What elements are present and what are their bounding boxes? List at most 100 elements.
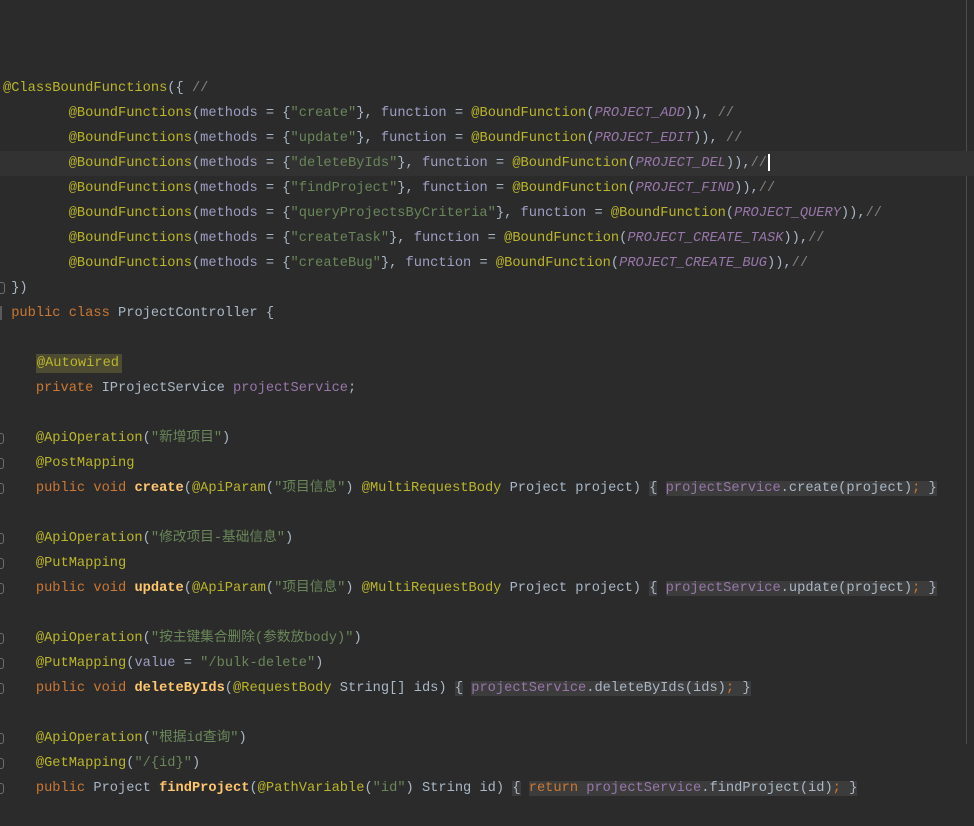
code-line[interactable]: @PostMapping [0, 451, 974, 476]
code-token: ( [726, 206, 734, 221]
code-token: ) [192, 756, 200, 771]
code-token: @ApiOperation [36, 431, 143, 446]
code-token: .deleteByIds(ids) [586, 681, 726, 696]
code-token: @MultiRequestBody [362, 581, 502, 596]
code-line[interactable]: @PutMapping(value = "/bulk-delete") [0, 651, 974, 676]
code-token: ( [627, 181, 635, 196]
gutter-icon-fragment[interactable] [0, 683, 4, 694]
code-token: @ApiParam [192, 581, 266, 596]
gutter-icon-fragment[interactable] [0, 458, 4, 469]
code-line[interactable]: @BoundFunctions(methods = {"update"}, fu… [0, 126, 974, 151]
code-token: // [759, 181, 775, 196]
code-token: projectService [666, 481, 781, 496]
code-token: @ApiParam [192, 481, 266, 496]
code-line[interactable]: public void create(@ApiParam("项目信息") @Mu… [0, 476, 974, 501]
code-editor[interactable]: @ClassBoundFunctions({ // @BoundFunction… [0, 0, 974, 744]
gutter-icon-fragment[interactable] [0, 758, 4, 769]
code-token: ( [611, 256, 619, 271]
code-token: ( [364, 781, 372, 796]
code-token: projectService [233, 381, 348, 396]
code-token: )), [685, 106, 718, 121]
code-token: ) [353, 631, 361, 646]
code-token: = [488, 156, 513, 171]
gutter-icon-fragment[interactable] [0, 433, 4, 444]
code-token: // [792, 256, 808, 271]
code-line[interactable]: @GetMapping("/{id}") [0, 751, 974, 776]
code-token: public void [36, 581, 135, 596]
code-token: // [866, 206, 882, 221]
gutter-icon-fragment[interactable] [0, 783, 4, 794]
code-token: .findProject(id) [701, 781, 832, 796]
code-token: methods [200, 181, 258, 196]
code-token: @MultiRequestBody [362, 481, 502, 496]
code-line[interactable]: @ApiOperation("根据id查询") [0, 726, 974, 751]
code-token: function [381, 131, 447, 146]
gutter-icon-fragment[interactable] [0, 282, 5, 294]
code-token: function [422, 156, 488, 171]
code-line[interactable] [0, 401, 974, 426]
code-token: function [422, 181, 488, 196]
code-token [3, 556, 36, 571]
code-token: "createTask" [291, 231, 390, 246]
code-line[interactable]: }) [0, 276, 974, 301]
code-token: PROJECT_EDIT [594, 131, 693, 146]
code-line-current[interactable]: @BoundFunctions(methods = {"deleteByIds"… [0, 151, 974, 176]
code-token: ( [192, 106, 200, 121]
code-token: }, [389, 231, 414, 246]
code-token: }, [397, 156, 422, 171]
code-token: PROJECT_ADD [594, 106, 684, 121]
code-token [3, 231, 69, 246]
code-line[interactable]: @BoundFunctions(methods = {"createBug"},… [0, 251, 974, 276]
code-line[interactable]: @ClassBoundFunctions({ // [0, 76, 974, 101]
code-token: // [718, 106, 734, 121]
gutter-icon-fragment[interactable] [0, 633, 4, 644]
gutter-icon-fragment[interactable] [0, 306, 2, 320]
code-token [3, 131, 69, 146]
code-token: public [36, 781, 85, 796]
code-line[interactable] [0, 701, 974, 726]
code-line[interactable]: @BoundFunctions(methods = {"queryProject… [0, 201, 974, 226]
code-line[interactable]: @PutMapping [0, 551, 974, 576]
code-line[interactable]: public Project findProject(@PathVariable… [0, 776, 974, 801]
gutter-icon-fragment[interactable] [0, 583, 4, 594]
code-token: "/{id}" [134, 756, 192, 771]
code-line[interactable]: private IProjectService projectService; [0, 376, 974, 401]
code-line[interactable]: public void update(@ApiParam("项目信息") @Mu… [0, 576, 974, 601]
code-token: @BoundFunctions [69, 256, 192, 271]
code-token: ) [222, 431, 230, 446]
code-token: function [406, 256, 472, 271]
gutter-icon-fragment[interactable] [0, 733, 4, 744]
code-line[interactable]: @ApiOperation("按主键集合删除(参数放body)") [0, 626, 974, 651]
gutter-icon-fragment[interactable] [0, 658, 4, 669]
code-token [3, 681, 36, 696]
code-line[interactable] [0, 326, 974, 351]
code-line[interactable]: @BoundFunctions(methods = {"findProject"… [0, 176, 974, 201]
code-token: )), [841, 206, 866, 221]
code-line[interactable]: public void deleteByIds(@RequestBody Str… [0, 676, 974, 701]
code-token: projectService [666, 581, 781, 596]
gutter-icon-fragment[interactable] [0, 533, 4, 544]
code-token: = [447, 106, 472, 121]
code-line[interactable]: @ApiOperation("修改项目-基础信息") [0, 526, 974, 551]
code-line[interactable]: public class ProjectController { [0, 301, 974, 326]
code-token: "修改项目-基础信息" [151, 531, 285, 546]
code-line[interactable]: @Autowired [0, 351, 974, 376]
code-token: = { [258, 131, 291, 146]
code-token: @PutMapping [36, 556, 126, 571]
code-line[interactable] [0, 501, 974, 526]
code-token: )), [693, 131, 726, 146]
code-token: "deleteByIds" [291, 156, 398, 171]
gutter-icon-fragment[interactable] [0, 558, 4, 569]
code-line[interactable]: @BoundFunctions(methods = {"createTask"}… [0, 226, 974, 251]
code-line[interactable]: @BoundFunctions(methods = {"create"}, fu… [0, 101, 974, 126]
code-line[interactable] [0, 601, 974, 626]
code-token: @BoundFunction [471, 106, 586, 121]
code-line[interactable]: @ApiOperation("新增项目") [0, 426, 974, 451]
code-token: methods [200, 231, 258, 246]
gutter-icon-fragment[interactable] [0, 483, 4, 494]
code-token: "/bulk-delete" [200, 656, 315, 671]
code-token: { [512, 781, 520, 796]
code-token: "新增项目" [151, 431, 222, 446]
code-token: "create" [291, 106, 357, 121]
code-token: function [381, 106, 447, 121]
